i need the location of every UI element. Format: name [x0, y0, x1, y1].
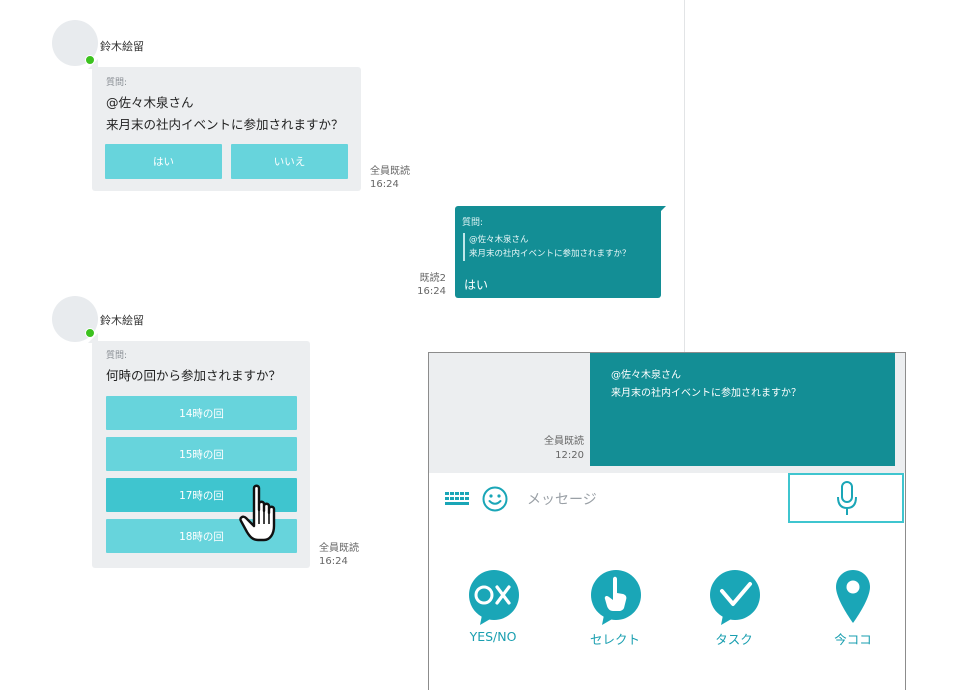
read-meta: 全員既読 16:24: [319, 542, 359, 568]
read-meta: 全員既読 16:24: [370, 165, 410, 191]
read-status: 全員既読: [544, 436, 584, 447]
read-status: 既読2: [419, 273, 446, 284]
read-status: 全員既読: [319, 543, 359, 554]
quote-text: 来月末の社内イベントに参加されますか？: [469, 249, 631, 259]
select-finger-icon: [591, 570, 641, 625]
reply-answer: はい: [464, 278, 489, 292]
task-check-icon: [710, 570, 760, 625]
mic-button[interactable]: [788, 473, 904, 523]
quote-mention: @佐々木泉さん: [469, 235, 529, 245]
question-text: 来月末の社内イベントに参加されますか？: [106, 117, 344, 132]
column-divider: [684, 0, 685, 352]
own-reply-bubble: 質問: @佐々木泉さん 来月末の社内イベントに参加されますか？ はい: [455, 206, 666, 298]
emoji-icon[interactable]: [482, 486, 508, 512]
read-status: 全員既読: [370, 166, 410, 177]
phone-own-bubble: @佐々木泉さん 来月末の社内イベントに参加されますか？: [590, 353, 895, 466]
phone-bubble-text: 来月末の社内イベントに参加されますか？: [611, 388, 801, 399]
reply-label: 質問:: [462, 218, 484, 228]
question-bubble: 質問: @佐々木泉さん 来月末の社内イベントに参加されますか？ はい いいえ: [88, 59, 361, 191]
phone-read-meta: 全員既読 12:20: [527, 435, 584, 463]
phone-bubble-mention: @佐々木泉さん: [611, 370, 681, 381]
location-pin-icon: [836, 570, 870, 623]
phone-chat-area: @佐々木泉さん 来月末の社内イベントに参加されますか？ 全員既読 12:20: [429, 353, 905, 473]
action-label: 今ココ: [834, 632, 872, 647]
timestamp: 12:20: [555, 450, 584, 461]
timestamp: 16:24: [319, 556, 348, 567]
action-label: YES/NO: [469, 629, 517, 644]
microphone-icon: [837, 481, 857, 515]
question-label: 質問:: [106, 78, 128, 88]
question-text: 何時の回から参加されますか？: [106, 368, 282, 383]
message-input-bar: メッセージ: [429, 473, 905, 525]
sender-name: 鈴木絵留: [100, 314, 144, 327]
option-button[interactable]: 15時の回: [106, 437, 297, 471]
action-label: タスク: [715, 632, 753, 647]
action-label: セレクト: [589, 632, 640, 647]
question-label: 質問:: [106, 351, 128, 361]
quoted-question: @佐々木泉さん 来月末の社内イベントに参加されますか？: [463, 233, 631, 261]
yes-no-icon: [469, 570, 519, 625]
answer-no-button[interactable]: いいえ: [231, 144, 348, 179]
read-meta: 既読2 16:24: [416, 272, 446, 298]
answer-yes-button[interactable]: はい: [105, 144, 222, 179]
sender-name: 鈴木絵留: [100, 40, 144, 53]
message-input[interactable]: メッセージ: [527, 489, 597, 509]
timestamp: 16:24: [417, 286, 446, 297]
keyboard-icon[interactable]: [445, 492, 469, 506]
option-button[interactable]: 14時の回: [106, 396, 297, 430]
question-mention: @佐々木泉さん: [106, 95, 194, 110]
hand-pointer-icon: [239, 484, 276, 542]
phone-panel: @佐々木泉さん 来月末の社内イベントに参加されますか？ 全員既読 12:20 メ…: [428, 352, 906, 690]
timestamp: 16:24: [370, 179, 399, 190]
